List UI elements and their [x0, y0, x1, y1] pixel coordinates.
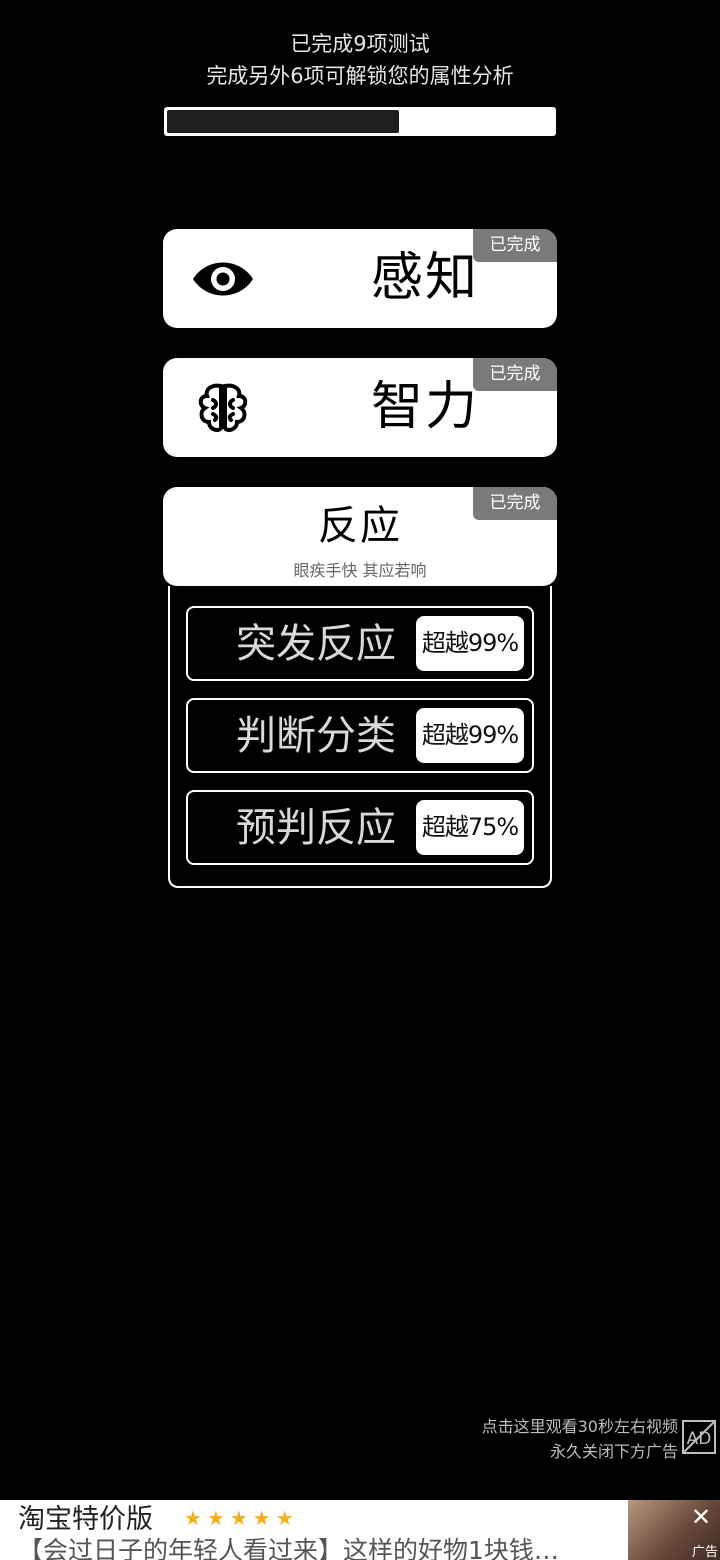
- card-subtitle: 眼疾手快 其应若响: [293, 561, 427, 580]
- test-label: 突发反应: [236, 621, 396, 667]
- test-label: 判断分类: [236, 713, 396, 759]
- header: 已完成9项测试 完成另外6项可解锁您的属性分析: [0, 28, 720, 92]
- score-badge: 超越75%: [416, 800, 524, 855]
- banner-description: 【会过日子的年轻人看过来】这样的好物1块钱…: [18, 1536, 559, 1560]
- card-reaction[interactable]: 已完成 反应 眼疾手快 其应若响: [163, 487, 557, 586]
- test-label: 预判反应: [236, 805, 396, 851]
- banner-rating-stars: ★★★★★: [184, 1506, 299, 1530]
- score-badge: 超越99%: [416, 616, 524, 671]
- card-intelligence[interactable]: 已完成 智力: [163, 358, 557, 457]
- test-row-sudden-reaction[interactable]: 突发反应 超越99%: [186, 606, 534, 681]
- remove-ad-hint-line1: 点击这里观看30秒左右视频: [481, 1417, 678, 1436]
- score-badge: 超越99%: [416, 708, 524, 763]
- brain-icon: [191, 380, 255, 436]
- card-title: 反应: [318, 503, 402, 549]
- card-title: 感知: [370, 248, 479, 308]
- card-title: 智力: [370, 377, 479, 437]
- remove-ad-hint-line2: 永久关闭下方广告: [549, 1442, 678, 1461]
- ad-mark-icon: AD: [682, 1420, 716, 1454]
- banner-thumbnail: ✕ 广告: [628, 1500, 720, 1560]
- test-row-judgment-classification[interactable]: 判断分类 超越99%: [186, 698, 534, 773]
- progress-bar: [164, 107, 556, 136]
- ad-mark-text: AD: [687, 1429, 712, 1449]
- card-perception[interactable]: 已完成 感知: [163, 229, 557, 328]
- close-icon[interactable]: ✕: [688, 1504, 714, 1530]
- unlock-hint-text: 完成另外6项可解锁您的属性分析: [206, 64, 514, 88]
- completed-count-text: 已完成9项测试: [290, 32, 430, 56]
- progress-bar-fill: [167, 110, 399, 133]
- eye-icon: [191, 251, 255, 307]
- banner-brand: 淘宝特价版: [18, 1504, 153, 1535]
- banner-ad[interactable]: 淘宝特价版 ★★★★★ 【会过日子的年轻人看过来】这样的好物1块钱… ✕ 广告: [0, 1500, 720, 1560]
- banner-ad-tag: 广告: [691, 1545, 718, 1560]
- test-row-anticipation-reaction[interactable]: 预判反应 超越75%: [186, 790, 534, 865]
- remove-ad-hint[interactable]: 点击这里观看30秒左右视频 永久关闭下方广告: [482, 1414, 678, 1464]
